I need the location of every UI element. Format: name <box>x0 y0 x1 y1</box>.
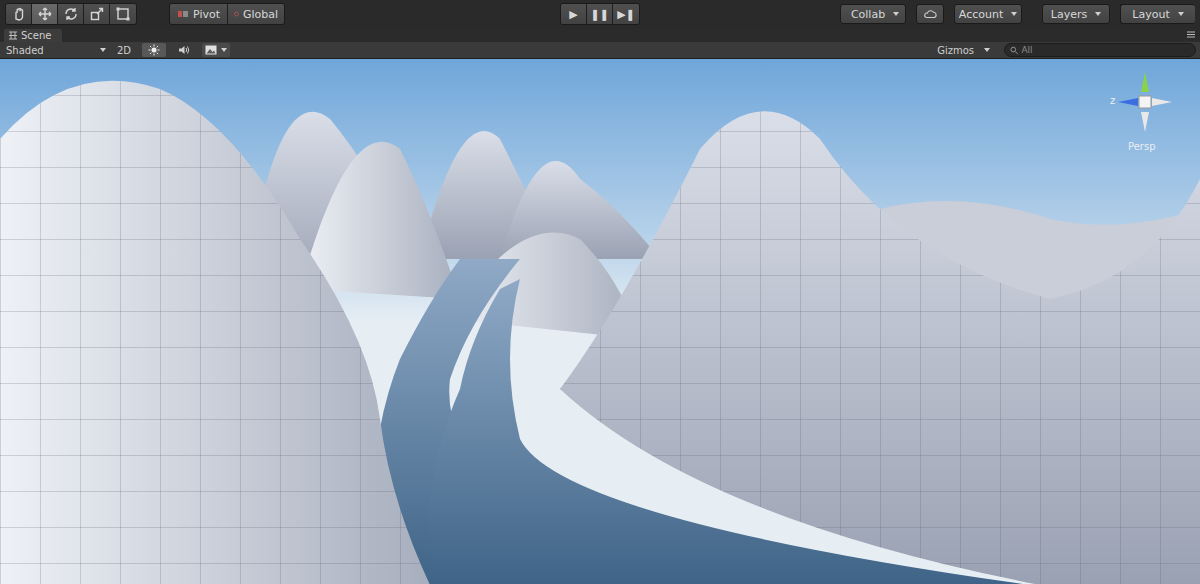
tool-button[interactable] <box>110 4 136 24</box>
cloud-button[interactable] <box>916 4 944 24</box>
scene-render <box>0 59 1200 584</box>
image-icon <box>205 45 217 55</box>
2d-toggle[interactable]: 2D <box>112 43 136 57</box>
menu-icon <box>1186 28 1196 38</box>
tool-button[interactable] <box>32 4 58 24</box>
dropdown-arrow-icon <box>984 48 990 52</box>
gizmos-label: Gizmos <box>937 45 974 56</box>
dropdown-arrow-icon <box>100 48 106 52</box>
dropdown-arrow-icon <box>1178 12 1184 16</box>
play-button[interactable]: ▶❚ <box>613 4 639 24</box>
pivot-button[interactable]: Pivot <box>170 4 228 24</box>
scale-icon <box>89 6 105 22</box>
search-input[interactable] <box>1021 45 1190 55</box>
sun-icon <box>148 44 160 56</box>
layers-button[interactable]: Layers <box>1042 4 1110 24</box>
pivot-label: Pivot <box>193 8 220 21</box>
tab-menu[interactable] <box>1186 23 1196 42</box>
axis-gizmo-icon <box>1110 67 1180 137</box>
layers-label: Layers <box>1051 8 1087 21</box>
pivot-icon <box>177 9 189 19</box>
play-glyph: ❚❚ <box>590 8 608 21</box>
rect-tool-icon <box>115 6 131 22</box>
tab-row: Scene <box>0 28 1200 42</box>
layout-button[interactable]: Layout <box>1120 4 1195 24</box>
effects-toggle[interactable] <box>202 43 230 57</box>
tool-button[interactable] <box>6 4 32 24</box>
transform-tools <box>5 3 137 25</box>
projection-label[interactable]: Persp <box>1128 141 1156 152</box>
scene-view[interactable]: z Persp <box>0 59 1200 584</box>
account-button[interactable]: Account <box>954 4 1022 24</box>
play-button[interactable]: ▶ <box>561 4 587 24</box>
toolbar-left: Pivot Global <box>5 3 560 25</box>
dropdown-arrow-icon <box>893 12 899 16</box>
toolbar-right: Collab Account Layers Layout <box>640 4 1195 24</box>
speaker-icon <box>178 44 190 56</box>
global-label: Global <box>243 8 278 21</box>
main-toolbar: Pivot Global ▶ ❚❚ ▶❚ Collab Account Layers Layou… <box>0 0 1200 28</box>
axis-label: z <box>1110 95 1115 106</box>
tool-button[interactable] <box>84 4 110 24</box>
play-button[interactable]: ❚❚ <box>587 4 613 24</box>
scene-search[interactable] <box>1004 43 1196 57</box>
rotate-icon <box>63 6 79 22</box>
orientation-gizmo[interactable]: z Persp <box>1110 67 1180 157</box>
account-label: Account <box>959 8 1003 21</box>
scene-tab[interactable]: Scene <box>4 29 62 42</box>
2d-label: 2D <box>117 45 131 56</box>
dropdown-arrow-icon <box>1011 12 1017 16</box>
layout-label: Layout <box>1132 8 1169 21</box>
scene-toolbar: Shaded 2D Gizmos <box>0 42 1200 59</box>
audio-toggle[interactable] <box>172 43 196 57</box>
tool-button[interactable] <box>58 4 84 24</box>
scene-toolbar-left: Shaded 2D <box>6 43 230 57</box>
collab-button[interactable]: Collab <box>840 4 906 24</box>
play-controls: ▶ ❚❚ ▶❚ <box>560 3 640 25</box>
gizmos-dropdown[interactable]: Gizmos <box>937 45 990 56</box>
cloud-icon <box>923 9 937 19</box>
pivot-toggles: Pivot Global <box>169 3 285 25</box>
dropdown-arrow-icon <box>221 48 227 52</box>
scene-toolbar-right: Gizmos <box>937 43 1196 57</box>
shading-dropdown[interactable]: Shaded <box>6 45 106 56</box>
hand-icon <box>11 6 27 22</box>
lighting-toggle[interactable] <box>142 43 166 57</box>
search-icon <box>1010 46 1018 55</box>
global-button[interactable]: Global <box>228 4 284 24</box>
shading-label: Shaded <box>6 45 44 56</box>
play-glyph: ▶❚ <box>617 8 635 21</box>
collab-label: Collab <box>851 8 885 21</box>
dropdown-arrow-icon <box>1095 12 1101 16</box>
globe-icon <box>234 9 239 19</box>
grid-icon <box>8 31 18 40</box>
move-icon <box>37 6 53 22</box>
scene-tab-title: Scene <box>21 29 52 42</box>
play-glyph: ▶ <box>569 8 577 21</box>
